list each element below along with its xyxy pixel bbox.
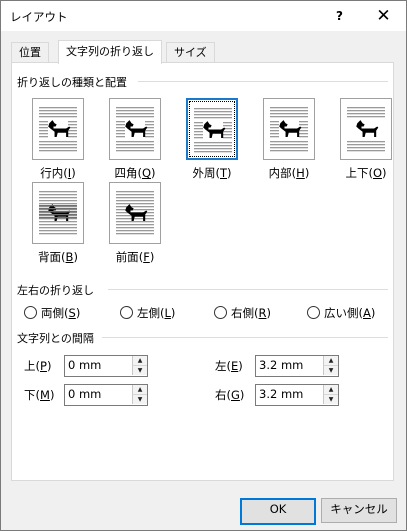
field-label-text: 上 <box>24 359 36 373</box>
radio-circle <box>307 306 320 319</box>
tab-panel: 折り返しの種類と配置 行内(I) 四角(Q) 外周(T) 内部(H) 上下(O) 背面(B… <box>11 62 394 481</box>
side-group-title: 左右の折り返し <box>17 284 94 297</box>
wrap-option-label: 四角(Q) <box>114 166 156 180</box>
ok-button[interactable]: OK <box>240 498 316 525</box>
wrap-option-label: 上下(O) <box>345 166 387 180</box>
cancel-button[interactable]: キャンセル <box>321 498 397 523</box>
right-distance-label: 右(G) <box>215 388 245 402</box>
wrap-option-label: 前面(F) <box>115 250 155 264</box>
access-key: B <box>65 250 74 264</box>
wrap-option-label: 背面(B) <box>38 250 78 264</box>
bottom-distance-label: 下(M) <box>24 388 55 402</box>
radio-label: 右側 <box>231 306 254 320</box>
wrap-option-top-bottom[interactable]: 上下(O) <box>340 98 392 181</box>
left-distance-label: 左(E) <box>215 359 243 373</box>
wrap-option-through[interactable]: 内部(H) <box>263 98 315 181</box>
access-key: P <box>40 359 47 373</box>
bottom-distance-input[interactable] <box>65 385 132 403</box>
tab-text-wrapping[interactable]: 文字列の折り返し <box>58 40 162 64</box>
bottom-distance-spinner: ▲ ▼ <box>64 384 148 406</box>
spin-up-icon[interactable]: ▲ <box>323 356 338 366</box>
radio-left-side[interactable]: 左側(L) <box>120 305 175 321</box>
tight-icon <box>186 98 238 160</box>
radio-right-side[interactable]: 右側(R) <box>214 305 271 321</box>
spin-down-icon[interactable]: ▼ <box>132 395 147 404</box>
right-distance-spinner: ▲ ▼ <box>255 384 339 406</box>
tab-size[interactable]: サイズ <box>166 42 215 63</box>
radio-label: 両側 <box>41 306 64 320</box>
top-bottom-icon <box>340 98 392 160</box>
wrap-option-tight[interactable]: 外周(T) <box>186 98 238 181</box>
left-distance-input[interactable] <box>256 356 323 374</box>
divider <box>108 289 388 290</box>
access-key: L <box>164 306 171 320</box>
spin-up-icon[interactable]: ▲ <box>132 356 147 366</box>
radio-label: 広い側 <box>324 306 359 320</box>
layout-dialog: レイアウト ? ✕ 位置 文字列の折り返し サイズ 折り返しの種類と配置 行内(… <box>0 0 407 531</box>
radio-label: 左側 <box>137 306 160 320</box>
access-key: T <box>219 166 228 180</box>
spin-down-icon[interactable]: ▼ <box>323 366 338 375</box>
through-icon <box>263 98 315 160</box>
access-key: F <box>143 250 150 264</box>
tab-position[interactable]: 位置 <box>11 42 49 63</box>
access-key: G <box>231 388 240 402</box>
dialog-title: レイアウト <box>10 10 68 24</box>
access-key: A <box>363 306 371 320</box>
access-key: E <box>231 359 239 373</box>
access-key: O <box>372 166 383 180</box>
radio-circle <box>214 306 227 319</box>
field-label-text: 左 <box>215 359 227 373</box>
spin-down-icon[interactable]: ▼ <box>323 395 338 404</box>
square-icon <box>109 98 161 160</box>
spin-down-icon[interactable]: ▼ <box>132 366 147 375</box>
wrap-option-behind-text[interactable]: 背面(B) <box>32 182 84 265</box>
field-label-text: 下 <box>24 388 36 402</box>
title-bar: レイアウト ? ✕ <box>1 1 406 31</box>
wrap-option-in-front[interactable]: 前面(F) <box>109 182 161 265</box>
label-text: 背面 <box>38 250 62 264</box>
label-text: 上下 <box>345 166 369 180</box>
label-text: 前面 <box>115 250 139 264</box>
access-key: Q <box>141 166 152 180</box>
access-key: M <box>40 388 50 402</box>
wrap-group-title: 折り返しの種類と配置 <box>17 76 127 89</box>
wrap-option-inline[interactable]: 行内(I) <box>32 98 84 181</box>
wrap-option-label: 行内(I) <box>40 166 76 180</box>
label-text: 内部 <box>268 166 292 180</box>
wrap-option-label: 内部(H) <box>268 166 310 180</box>
distance-group-title: 文字列との間隔 <box>17 332 94 345</box>
inline-icon <box>32 98 84 160</box>
divider <box>102 337 388 338</box>
divider <box>138 81 388 82</box>
spin-up-icon[interactable]: ▲ <box>323 385 338 395</box>
access-key: I <box>67 166 72 180</box>
radio-circle <box>24 306 37 319</box>
wrap-option-square[interactable]: 四角(Q) <box>109 98 161 181</box>
left-distance-spinner: ▲ ▼ <box>255 355 339 377</box>
field-label-text: 右 <box>215 388 227 402</box>
label-text: 行内 <box>40 166 64 180</box>
wrap-option-label: 外周(T) <box>192 166 232 180</box>
behind-text-icon <box>32 182 84 244</box>
spin-up-icon[interactable]: ▲ <box>132 385 147 395</box>
radio-both-sides[interactable]: 両側(S) <box>24 305 80 321</box>
radio-largest-side[interactable]: 広い側(A) <box>307 305 375 321</box>
top-distance-input[interactable] <box>65 356 132 374</box>
help-button[interactable]: ? <box>317 1 362 31</box>
access-key: S <box>68 306 76 320</box>
top-distance-label: 上(P) <box>24 359 52 373</box>
label-text: 外周 <box>192 166 216 180</box>
right-distance-input[interactable] <box>256 385 323 403</box>
access-key: R <box>258 306 267 320</box>
radio-circle <box>120 306 133 319</box>
top-distance-spinner: ▲ ▼ <box>64 355 148 377</box>
access-key: H <box>296 166 305 180</box>
label-text: 四角 <box>114 166 138 180</box>
in-front-icon <box>109 182 161 244</box>
close-button[interactable]: ✕ <box>361 1 406 31</box>
